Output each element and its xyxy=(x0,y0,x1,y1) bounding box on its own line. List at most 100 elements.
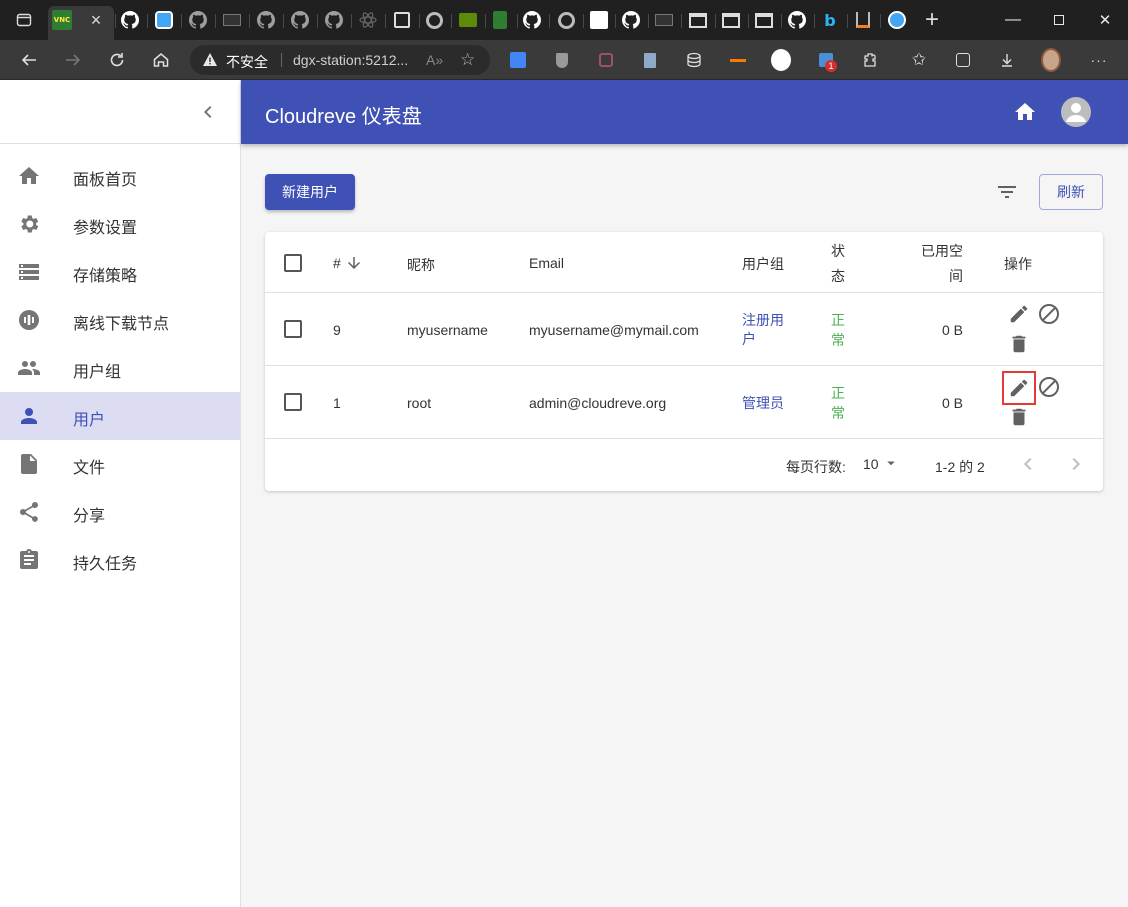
header-email[interactable]: Email xyxy=(529,255,564,271)
sidebar-item-shares[interactable]: 分享 xyxy=(0,488,240,536)
next-page-icon[interactable] xyxy=(1064,452,1088,476)
header-used-line2[interactable]: 间 xyxy=(949,266,963,286)
github-tab-icon[interactable] xyxy=(522,10,542,30)
cloudreve-tab-icon[interactable] xyxy=(887,10,907,30)
rows-per-page-select[interactable]: 10 xyxy=(863,456,879,472)
translate-extension-icon[interactable] xyxy=(508,50,528,70)
sidebar-item-label: 离线下载节点 xyxy=(73,316,170,333)
google-tab-icon[interactable] xyxy=(424,10,444,30)
home-browser-icon[interactable] xyxy=(149,48,173,72)
stackoverflow-tab-icon[interactable] xyxy=(853,10,873,30)
cloudreve-tab-icon[interactable] xyxy=(154,10,174,30)
header-id[interactable]: # xyxy=(333,255,341,271)
rows-per-page-label: 每页行数: xyxy=(786,459,846,475)
electron-tab-icon[interactable] xyxy=(358,10,378,30)
select-all-checkbox[interactable] xyxy=(284,254,302,272)
sidebar-item-offline-nodes[interactable]: 离线下载节点 xyxy=(0,296,240,344)
chevron-down-icon[interactable] xyxy=(882,454,900,477)
close-tab-icon[interactable]: × xyxy=(86,10,106,30)
previous-page-icon[interactable] xyxy=(1016,452,1040,476)
arrow-down-icon[interactable] xyxy=(345,254,363,277)
row-checkbox[interactable] xyxy=(284,320,302,338)
minimize-icon[interactable]: — xyxy=(990,0,1036,40)
sidebar-item-files[interactable]: 文件 xyxy=(0,440,240,488)
delete-icon[interactable] xyxy=(1007,332,1031,356)
status-badge: 正 xyxy=(831,385,845,401)
new-user-button[interactable]: 新建用户 xyxy=(265,174,355,210)
window-tab-icon[interactable] xyxy=(688,10,708,30)
block-icon[interactable] xyxy=(1037,375,1061,399)
user-group-link[interactable]: 管理员 xyxy=(742,394,784,413)
vnc-tab-icon[interactable]: VNC xyxy=(52,10,72,30)
ghostery-extension-icon[interactable] xyxy=(771,49,791,71)
terminal-tab-icon[interactable] xyxy=(222,10,242,30)
header-status-line1[interactable]: 状 xyxy=(831,241,845,261)
back-icon[interactable] xyxy=(17,48,41,72)
sidebar-item-settings[interactable]: 参数设置 xyxy=(0,200,240,248)
extensions-puzzle-icon[interactable] xyxy=(860,50,880,70)
tab-actions-icon[interactable] xyxy=(14,10,34,30)
home-icon[interactable] xyxy=(1013,100,1037,124)
window-tab-icon[interactable] xyxy=(754,10,774,30)
maximize-icon[interactable] xyxy=(1036,0,1082,40)
arrow-extension-icon[interactable] xyxy=(728,50,748,70)
task-icon xyxy=(17,548,41,572)
sidebar-item-groups[interactable]: 用户组 xyxy=(0,344,240,392)
github-tab-icon[interactable] xyxy=(290,10,310,30)
bug-extension-icon[interactable] xyxy=(596,50,616,70)
favorites-icon[interactable]: ✩ xyxy=(909,50,929,70)
downloads-icon[interactable] xyxy=(997,50,1017,70)
github-tab-icon[interactable] xyxy=(324,10,344,30)
edit-icon[interactable] xyxy=(1002,371,1036,405)
header-group[interactable]: 用户组 xyxy=(742,254,784,274)
used-space: 0 B xyxy=(942,395,964,411)
user-group-link[interactable]: 注册用 xyxy=(742,311,784,330)
delete-icon[interactable] xyxy=(1007,405,1031,429)
sheet-tab-icon[interactable] xyxy=(490,10,510,30)
sidebar-item-users[interactable]: 用户 xyxy=(0,392,240,440)
google-tab-icon[interactable] xyxy=(556,10,576,30)
refresh-button[interactable]: 刷新 xyxy=(1039,174,1103,210)
vnc-tab-text: VNC xyxy=(53,16,71,24)
block-icon[interactable] xyxy=(1037,302,1061,326)
sidebar-item-storage[interactable]: 存储策略 xyxy=(0,248,240,296)
header-used-line1[interactable]: 已用空 xyxy=(921,241,963,261)
collections-icon[interactable] xyxy=(953,50,973,70)
chevron-left-icon[interactable] xyxy=(196,100,220,124)
terminal-tab-icon[interactable] xyxy=(654,10,674,30)
edit-icon[interactable] xyxy=(1007,302,1031,326)
sidebar-item-label: 用户 xyxy=(73,412,106,429)
github-tab-icon[interactable] xyxy=(120,10,140,30)
app-tab-icon[interactable] xyxy=(392,10,412,30)
avatar[interactable] xyxy=(1061,97,1091,127)
profile-avatar-icon[interactable] xyxy=(1041,48,1061,72)
github-tab-icon[interactable] xyxy=(256,10,276,30)
row-checkbox[interactable] xyxy=(284,393,302,411)
header-status-line2[interactable]: 态 xyxy=(831,266,845,286)
github-tab-icon[interactable] xyxy=(188,10,208,30)
favorite-add-icon[interactable]: ☆ xyxy=(460,50,475,70)
reload-icon[interactable] xyxy=(105,48,129,72)
read-aloud-icon[interactable]: A» xyxy=(426,52,443,68)
user-group-link[interactable]: 户 xyxy=(742,330,756,349)
new-tab-icon[interactable]: + xyxy=(922,6,942,33)
close-window-icon[interactable]: ✕ xyxy=(1082,0,1128,40)
header-nickname[interactable]: 昵称 xyxy=(407,255,435,275)
database-extension-icon[interactable] xyxy=(684,50,704,70)
sidebar-item-home[interactable]: 面板首页 xyxy=(0,152,240,200)
github-tab-icon[interactable] xyxy=(621,10,641,30)
sidebar-item-label: 分享 xyxy=(73,508,106,525)
github-tab-icon[interactable] xyxy=(787,10,807,30)
forward-icon[interactable] xyxy=(61,48,85,72)
shield-extension-icon[interactable] xyxy=(552,50,572,70)
nvidia-tab-icon[interactable] xyxy=(458,10,478,30)
note-extension-icon[interactable] xyxy=(640,50,660,70)
filter-icon[interactable] xyxy=(995,180,1019,204)
bing-tab-icon[interactable]: b xyxy=(820,10,840,30)
notification-extension-icon[interactable]: 1 xyxy=(816,50,837,72)
more-menu-icon[interactable]: ··· xyxy=(1089,50,1109,70)
sidebar-item-tasks[interactable]: 持久任务 xyxy=(0,536,240,584)
app-tab-icon[interactable] xyxy=(589,10,609,30)
address-bar[interactable]: 不安全 dgx-station:5212... A» ☆ xyxy=(190,45,490,75)
window-tab-icon[interactable] xyxy=(721,10,741,30)
